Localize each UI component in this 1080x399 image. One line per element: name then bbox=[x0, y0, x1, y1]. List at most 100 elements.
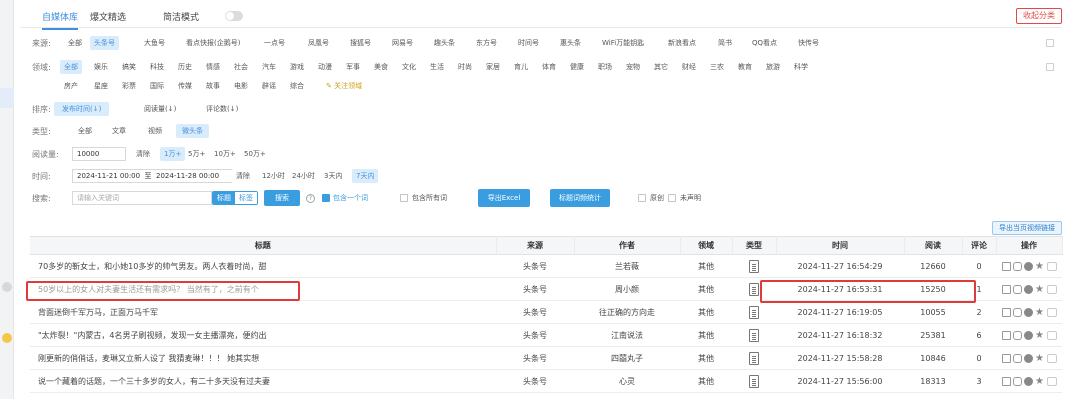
time-clear-button[interactable]: 清除 bbox=[232, 169, 254, 183]
table-row[interactable]: 刚更新的俏俏话，麦琳又立新人设了 我猜麦琳！！！ 她其实想 头条号 四囍丸子 其… bbox=[30, 346, 1062, 370]
domain-option[interactable]: 育儿 bbox=[510, 60, 532, 74]
star-icon[interactable]: ★ bbox=[1035, 261, 1045, 271]
source-option[interactable]: 趣头条 bbox=[430, 36, 459, 50]
domain-option[interactable]: 汽车 bbox=[258, 60, 280, 74]
export-video-links-button[interactable]: 导出当页视频链接 bbox=[992, 221, 1062, 235]
sort-option[interactable]: 评论数(↓) bbox=[202, 102, 242, 116]
domain-option[interactable]: 综合 bbox=[286, 79, 308, 93]
table-row[interactable]: 说一个藏着的话题，一个三十多岁的女人，有二十多天没有过夫妻 头条号 心灵 其他 … bbox=[30, 369, 1062, 393]
source-option[interactable]: 凤凰号 bbox=[304, 36, 333, 50]
row-author[interactable]: 江南说法 bbox=[574, 323, 680, 347]
reads-input[interactable]: 10000 bbox=[72, 147, 126, 161]
table-row[interactable]: 背面迷倒千军万马，正面万马千军 头条号 往正确的方向走 其他 2024-11-2… bbox=[30, 300, 1062, 324]
source-option[interactable]: 大鱼号 bbox=[140, 36, 169, 50]
domain-option[interactable]: 星座 bbox=[90, 79, 112, 93]
domain-option[interactable]: 健康 bbox=[566, 60, 588, 74]
row-title[interactable]: 刚更新的俏俏话，麦琳又立新人设了 我猜麦琳！！！ 她其实想 bbox=[30, 346, 496, 370]
source-option[interactable]: 全部 bbox=[64, 36, 86, 50]
expand-source-icon[interactable] bbox=[1046, 39, 1054, 47]
original-checkbox[interactable] bbox=[638, 194, 646, 202]
row-author[interactable]: 兰若薇 bbox=[574, 254, 680, 278]
source-option[interactable]: 惠头条 bbox=[556, 36, 585, 50]
simple-mode-switch[interactable] bbox=[225, 11, 243, 21]
domain-option[interactable]: 体育 bbox=[538, 60, 560, 74]
domain-option[interactable]: 娱乐 bbox=[90, 60, 112, 74]
domain-option[interactable]: 其它 bbox=[650, 60, 672, 74]
help-icon[interactable]: ? bbox=[306, 194, 315, 203]
reads-option[interactable]: 1万+ bbox=[160, 147, 186, 161]
type-option[interactable]: 视频 bbox=[144, 124, 166, 138]
sort-option[interactable]: 发布时间(↓) bbox=[54, 102, 110, 116]
row-title[interactable]: 说一个藏着的话题，一个三十多岁的女人，有二十多天没有过夫妻 bbox=[30, 369, 496, 393]
search-scope-tags[interactable]: 标签 bbox=[235, 192, 257, 204]
domain-option[interactable]: 军事 bbox=[342, 60, 364, 74]
search-input[interactable]: 请输入关键词 bbox=[72, 191, 212, 205]
source-option[interactable]: 搜狐号 bbox=[346, 36, 375, 50]
domain-option[interactable]: 故事 bbox=[202, 79, 224, 93]
star-icon[interactable]: ★ bbox=[1035, 307, 1045, 317]
reads-clear-button[interactable]: 清除 bbox=[132, 147, 154, 161]
tab-viral-picks[interactable]: 爆文精选 bbox=[90, 10, 126, 23]
link-icon[interactable] bbox=[1012, 353, 1022, 363]
detail-icon[interactable] bbox=[1023, 376, 1033, 386]
domain-option[interactable]: 电影 bbox=[230, 79, 252, 93]
domain-option[interactable]: 时尚 bbox=[454, 60, 476, 74]
rail-avatar-icon[interactable] bbox=[2, 282, 12, 292]
copy-icon[interactable] bbox=[1001, 376, 1011, 386]
domain-option[interactable]: 社会 bbox=[230, 60, 252, 74]
link-icon[interactable] bbox=[1012, 261, 1022, 271]
table-row[interactable]: 70多岁的靳女士，和小她10多岁的帅气男友。两人衣着时尚，甜 头条号 兰若薇 其… bbox=[30, 254, 1062, 278]
row-title[interactable]: "太炸裂！"内蒙古，4名男子刷视频，发现一女主播漂亮，便约出 bbox=[30, 323, 496, 347]
domain-option[interactable]: 家居 bbox=[482, 60, 504, 74]
undeclared-checkbox[interactable] bbox=[668, 194, 676, 202]
time-option[interactable]: 24小时 bbox=[288, 169, 319, 183]
reads-option[interactable]: 5万+ bbox=[184, 147, 209, 161]
rail-emoji-icon[interactable] bbox=[2, 333, 12, 343]
include-one-word-checkbox[interactable] bbox=[322, 194, 330, 202]
video-icon[interactable] bbox=[1046, 376, 1057, 386]
domain-option[interactable]: 教育 bbox=[734, 60, 756, 74]
domain-option[interactable]: 情感 bbox=[202, 60, 224, 74]
reads-option[interactable]: 10万+ bbox=[210, 147, 240, 161]
copy-icon[interactable] bbox=[1001, 261, 1011, 271]
search-scope-title[interactable]: 标题 bbox=[213, 192, 235, 204]
link-icon[interactable] bbox=[1012, 330, 1022, 340]
star-icon[interactable]: ★ bbox=[1035, 376, 1045, 386]
copy-icon[interactable] bbox=[1001, 307, 1011, 317]
link-icon[interactable] bbox=[1012, 284, 1022, 294]
source-option[interactable]: QQ看点 bbox=[748, 36, 781, 50]
domain-option[interactable]: 财经 bbox=[678, 60, 700, 74]
reads-option[interactable]: 50万+ bbox=[240, 147, 270, 161]
source-option[interactable]: WiFi万能钥匙 bbox=[598, 36, 648, 50]
domain-option[interactable]: 全部 bbox=[60, 60, 82, 74]
video-icon[interactable] bbox=[1046, 353, 1057, 363]
search-button[interactable]: 搜索 bbox=[264, 190, 300, 206]
star-icon[interactable]: ★ bbox=[1035, 284, 1045, 294]
domain-option[interactable]: 传媒 bbox=[174, 79, 196, 93]
domain-option[interactable]: 文化 bbox=[398, 60, 420, 74]
time-range-input[interactable]: 2024-11-21 00:00 至 2024-11-28 00:00 bbox=[72, 169, 232, 183]
type-option[interactable]: 文章 bbox=[108, 124, 130, 138]
domain-option[interactable]: 彩票 bbox=[118, 79, 140, 93]
video-icon[interactable] bbox=[1046, 307, 1057, 317]
domain-option[interactable]: 三农 bbox=[706, 60, 728, 74]
detail-icon[interactable] bbox=[1023, 261, 1033, 271]
table-row[interactable]: "太炸裂！"内蒙古，4名男子刷视频，发现一女主播漂亮，便约出 头条号 江南说法 … bbox=[30, 323, 1062, 347]
sort-option[interactable]: 阅读量(↓) bbox=[140, 102, 180, 116]
copy-icon[interactable] bbox=[1001, 330, 1011, 340]
video-icon[interactable] bbox=[1046, 261, 1057, 271]
source-option[interactable]: 看点快报(企鹅号) bbox=[182, 36, 244, 50]
search-scope-toggle[interactable]: 标题 标签 bbox=[212, 191, 258, 205]
include-all-words-checkbox[interactable] bbox=[400, 194, 408, 202]
source-option[interactable]: 东方号 bbox=[472, 36, 501, 50]
domain-option[interactable]: 生活 bbox=[426, 60, 448, 74]
source-option[interactable]: 快传号 bbox=[794, 36, 823, 50]
source-option[interactable]: 简书 bbox=[714, 36, 736, 50]
domain-option[interactable]: 房产 bbox=[60, 79, 82, 93]
detail-icon[interactable] bbox=[1023, 330, 1033, 340]
time-option[interactable]: 3天内 bbox=[320, 169, 346, 183]
source-option[interactable]: 新浪看点 bbox=[664, 36, 700, 50]
detail-icon[interactable] bbox=[1023, 353, 1033, 363]
collapse-categories-button[interactable]: 收起分类 bbox=[1016, 8, 1062, 24]
expand-domain-icon[interactable] bbox=[1046, 63, 1054, 71]
